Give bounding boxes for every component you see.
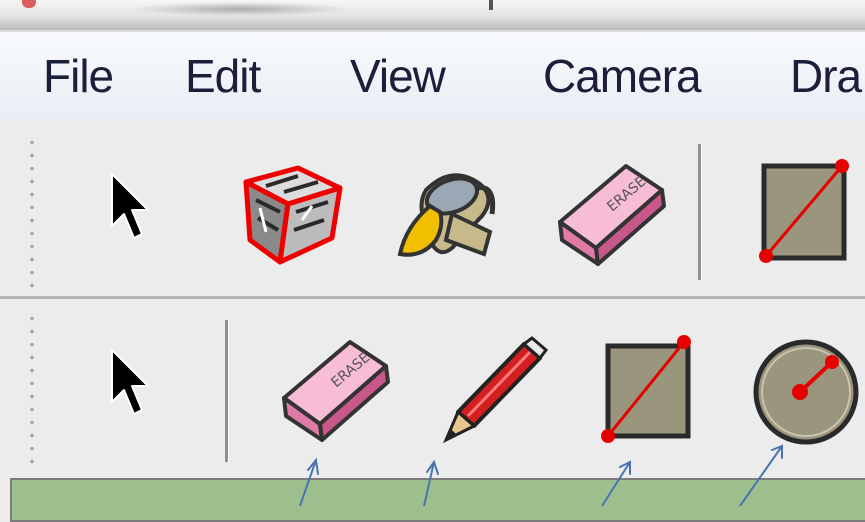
toolbar-getting-started: ERASE bbox=[0, 120, 865, 299]
component-tool-button[interactable] bbox=[236, 160, 348, 270]
pencil-icon bbox=[443, 336, 548, 444]
select-arrow-icon bbox=[111, 349, 149, 415]
status-bar bbox=[0, 470, 865, 522]
eraser-icon: ERASE bbox=[282, 340, 390, 442]
menu-bar: File Edit View Camera Dra bbox=[0, 30, 865, 121]
eraser-tool-button[interactable]: ERASE bbox=[276, 336, 394, 446]
title-bar-mark bbox=[489, 0, 493, 10]
select-tool-button[interactable] bbox=[100, 344, 160, 424]
pencil-tool-button[interactable] bbox=[428, 334, 548, 450]
toolbar-grip-handle[interactable] bbox=[28, 312, 36, 470]
status-text-field bbox=[10, 478, 865, 522]
menu-view[interactable]: View bbox=[350, 50, 446, 102]
window-control-icon[interactable] bbox=[22, 0, 36, 8]
eraser-tool-button[interactable]: ERASE bbox=[552, 160, 670, 270]
circle-icon bbox=[753, 339, 859, 445]
menu-camera[interactable]: Camera bbox=[543, 50, 702, 102]
paint-bucket-icon bbox=[397, 173, 496, 257]
toolbar-grip-handle[interactable] bbox=[28, 136, 36, 291]
menu-file[interactable]: File bbox=[43, 50, 114, 102]
select-tool-button[interactable] bbox=[100, 168, 160, 248]
paint-bucket-tool-button[interactable] bbox=[392, 154, 512, 274]
rectangle-tool-button[interactable] bbox=[756, 156, 856, 266]
window-title-bar bbox=[0, 0, 865, 30]
toolbar-separator bbox=[698, 144, 702, 280]
toolbar-separator bbox=[225, 320, 229, 462]
menu-edit[interactable]: Edit bbox=[185, 50, 261, 102]
rectangle-tool-button[interactable] bbox=[600, 332, 700, 444]
menu-draw[interactable]: Dra bbox=[790, 50, 862, 102]
title-bar-blur bbox=[130, 2, 350, 16]
rectangle-icon bbox=[759, 159, 849, 263]
rectangle-icon bbox=[601, 335, 691, 443]
toolbar-drawing: ERASE bbox=[0, 300, 865, 470]
eraser-icon: ERASE bbox=[558, 164, 666, 266]
component-box-icon bbox=[243, 165, 343, 265]
circle-tool-button[interactable] bbox=[748, 332, 865, 448]
select-arrow-icon bbox=[111, 173, 149, 239]
